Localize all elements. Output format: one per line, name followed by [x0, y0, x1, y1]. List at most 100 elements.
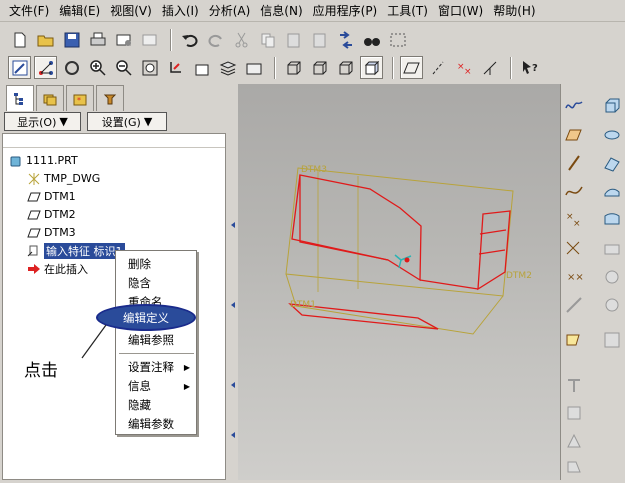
layers-button[interactable] [216, 56, 239, 79]
wireframe-button[interactable] [282, 56, 305, 79]
tree-item-dtm1[interactable]: DTM1 [27, 188, 76, 205]
sketch-display-button[interactable] [8, 56, 31, 79]
ctx-item-edit-parameters[interactable]: 编辑参数 [128, 416, 174, 432]
mail-attach-button[interactable] [138, 28, 161, 51]
ctx-item-delete[interactable]: 删除 [128, 256, 151, 272]
tab-model-tree[interactable] [6, 85, 34, 111]
shell-button[interactable] [601, 266, 623, 288]
paste-button[interactable] [282, 28, 305, 51]
menu-window[interactable]: 窗口(W) [433, 1, 488, 21]
menu-applications[interactable]: 应用程序(P) [308, 1, 383, 21]
datum-point-button[interactable]: × × [563, 208, 585, 230]
tree-item-insert-here[interactable]: 在此插入 [27, 260, 88, 277]
orient-button[interactable] [164, 56, 187, 79]
regenerate-button[interactable] [334, 28, 357, 51]
ctx-item-info[interactable]: 信息 [128, 378, 151, 394]
save-button[interactable] [60, 28, 83, 51]
tab-connections[interactable] [96, 85, 124, 111]
paste-special-button[interactable] [308, 28, 331, 51]
tree-item-label: DTM3 [44, 226, 76, 239]
tab-favorites[interactable]: * [66, 85, 94, 111]
pattern-button[interactable] [601, 329, 623, 351]
paste-icon [287, 33, 299, 47]
datum-curve-button[interactable] [563, 180, 585, 202]
graphics-window[interactable]: DTM3 DTM2 DTM1 [238, 84, 560, 480]
datum-planes-toggle[interactable] [400, 56, 423, 79]
rib-button[interactable] [601, 294, 623, 316]
undo-button[interactable] [178, 28, 201, 51]
analysis-feature-button[interactable]: ×× [563, 266, 585, 288]
extrude-button[interactable] [601, 94, 623, 116]
refit-icon [142, 60, 157, 75]
datum-axis-icon [568, 155, 580, 171]
saved-views-button[interactable] [190, 56, 213, 79]
menu-edit[interactable]: 编辑(E) [54, 1, 105, 21]
send-mail-button[interactable] [112, 28, 135, 51]
repaint-button[interactable] [60, 56, 83, 79]
cut-button[interactable] [230, 28, 253, 51]
tree-item-dtm2[interactable]: DTM2 [27, 206, 76, 223]
view-manager-button[interactable] [242, 56, 265, 79]
shading-button[interactable] [360, 56, 383, 79]
settings-dropdown-label: 设置(G) [101, 115, 141, 129]
round-button[interactable] [563, 402, 585, 424]
zoom-out-icon [115, 59, 132, 76]
coordinate-system-icon [483, 61, 496, 75]
datum-axes-toggle[interactable] [426, 56, 449, 79]
zoom-in-button[interactable] [86, 56, 109, 79]
mirror-button[interactable] [563, 456, 585, 478]
ctx-item-set-note[interactable]: 设置注释 [128, 359, 192, 375]
ctx-item-edit-references[interactable]: 编辑参照 [128, 332, 174, 348]
new-file-button[interactable] [8, 28, 31, 51]
zoom-out-button[interactable] [112, 56, 135, 79]
search-button[interactable] [360, 28, 383, 51]
redo-button[interactable] [204, 28, 227, 51]
cable-button[interactable] [563, 294, 585, 316]
sketch-button[interactable] [563, 329, 585, 351]
menu-insert[interactable]: 插入(I) [157, 1, 204, 21]
ctx-item-suppress[interactable]: 隐含 [128, 275, 151, 291]
draft-button[interactable] [563, 374, 585, 396]
csys-button[interactable] [563, 238, 585, 260]
show-dropdown[interactable]: 显示(O) ▼ [4, 112, 81, 131]
tree-item-import-feature[interactable]: 输入特征 标识1 [27, 242, 125, 259]
tree-item-label: TMP_DWG [44, 172, 101, 185]
tree-item-tmp-dwg[interactable]: TMP_DWG [27, 170, 100, 187]
no-hidden-button[interactable] [334, 56, 357, 79]
print-button[interactable] [86, 28, 109, 51]
sweep-button[interactable] [601, 152, 623, 174]
ctx-item-hide[interactable]: 隐藏 [128, 397, 151, 413]
datum-axis-button[interactable] [563, 152, 585, 174]
context-help-button[interactable]: ? [518, 56, 541, 79]
blend-button[interactable] [601, 180, 623, 202]
tree-item-dtm3[interactable]: DTM3 [27, 224, 76, 241]
sketch-curve-button[interactable] [563, 94, 585, 116]
chamfer-button[interactable] [563, 430, 585, 452]
surface-button[interactable] [601, 208, 623, 230]
selection-box-button[interactable] [386, 28, 409, 51]
graph-display-button[interactable] [34, 56, 57, 79]
refit-button[interactable] [138, 56, 161, 79]
menu-analysis[interactable]: 分析(A) [204, 1, 256, 21]
menu-tools[interactable]: 工具(T) [382, 1, 433, 21]
copy-button[interactable] [256, 28, 279, 51]
hidden-line-button[interactable] [308, 56, 331, 79]
menu-view[interactable]: 视图(V) [105, 1, 157, 21]
model-edge [419, 279, 479, 290]
hole-button[interactable] [601, 238, 623, 260]
tab-folder-browser[interactable] [36, 85, 64, 111]
orient-icon [169, 61, 181, 73]
menu-file[interactable]: 文件(F) [4, 1, 54, 21]
datum-plane-button[interactable] [563, 124, 585, 146]
coordinate-systems-toggle[interactable] [478, 56, 501, 79]
menu-info[interactable]: 信息(N) [255, 1, 307, 21]
revolve-button[interactable] [601, 124, 623, 146]
menu-help[interactable]: 帮助(H) [488, 1, 540, 21]
tree-item-label: 在此插入 [44, 262, 88, 276]
datum-points-icon: × × [457, 62, 472, 77]
open-file-button[interactable] [34, 28, 57, 51]
pane-splitter[interactable] [228, 84, 238, 480]
tree-item-root[interactable]: 1111.PRT [9, 152, 78, 169]
settings-dropdown[interactable]: 设置(G) ▼ [87, 112, 167, 131]
datum-points-toggle[interactable]: × × [452, 56, 475, 79]
